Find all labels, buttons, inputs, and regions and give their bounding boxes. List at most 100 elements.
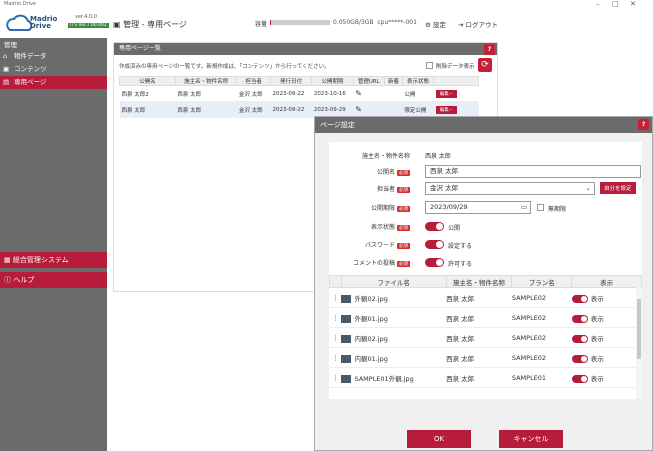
- comment-toggle[interactable]: [425, 258, 444, 267]
- close-icon[interactable]: ✕: [630, 0, 636, 9]
- page-title-text: 管理 - 専用ページ: [123, 20, 187, 29]
- password-label-text: パスワード: [364, 242, 395, 249]
- edit-button[interactable]: 編集・: [435, 105, 458, 114]
- file-plan-cell: SAMPLE02: [511, 347, 572, 368]
- logout-label: ログアウト: [465, 21, 499, 29]
- show-deleted-checkbox[interactable]: [426, 62, 433, 69]
- show-toggle[interactable]: [571, 374, 588, 383]
- file-show-cell: 表示: [571, 347, 642, 368]
- file-table-body: ⋮ 外観02.jpg 西泉 太郎 SAMPLE02 表示 ⋮ 外観01.jpg 西泉 太郎 SA…: [329, 287, 642, 388]
- drag-handle-icon[interactable]: ⋮: [329, 347, 342, 368]
- window-titlebar: Madrio Drive: [0, 0, 653, 9]
- file-row[interactable]: ⋮ 外観02.jpg 西泉 太郎 SAMPLE02 表示: [329, 287, 642, 308]
- issued-date-cell: 2023-09-22: [270, 85, 312, 102]
- settings-button[interactable]: ⚙ 設定: [425, 19, 446, 29]
- logout-button[interactable]: ⇥ ログアウト: [458, 19, 498, 29]
- sidebar-item-label: 物件データ: [14, 52, 47, 60]
- edit-button[interactable]: 編集・: [435, 89, 458, 98]
- state-label: 表示状態 必須: [371, 222, 410, 231]
- drag-handle-icon[interactable]: ⋮: [329, 367, 342, 388]
- page-title: ▣ 管理 - 専用ページ: [113, 20, 187, 29]
- sidebar-item-label: 専用ページ: [14, 78, 47, 86]
- expiry-date-input[interactable]: 2023/09/29 ▭: [425, 201, 531, 214]
- expiry-row: 公開期限 必須 2023/09/29 ▭ 無期限: [329, 199, 642, 216]
- show-toggle[interactable]: [571, 294, 588, 303]
- sidebar-item-label: コンテンツ: [14, 65, 47, 73]
- staff-value: 金沢 太郎: [430, 184, 459, 192]
- file-scrollbar[interactable]: [636, 287, 642, 399]
- scrollbar-thumb[interactable]: [637, 299, 641, 359]
- state-label-text: 表示状態: [370, 224, 395, 231]
- table-header: 公開名 施主名・物件名称 担当者 発行日付 公開期限 管理URL 新着 表示状態: [119, 76, 479, 86]
- show-label: 表示: [590, 294, 604, 303]
- manage-url-cell: ✎: [353, 85, 385, 102]
- thumbnail-icon: [341, 314, 352, 323]
- refresh-icon[interactable]: ⟳: [478, 58, 492, 72]
- help-button[interactable]: ⓘ ヘルプ: [0, 272, 107, 288]
- column-header: 公開期限: [311, 76, 354, 86]
- page-icon: ▤: [3, 78, 10, 86]
- public-name-row: 公開名 必須 西泉 太郎: [329, 163, 642, 180]
- show-label: 表示: [590, 374, 604, 383]
- column-header: 表示状態: [401, 76, 435, 86]
- file-row[interactable]: ⋮ 内観01.jpg 西泉 太郎 SAMPLE02 表示: [329, 347, 642, 368]
- state-toggle[interactable]: [425, 222, 444, 231]
- calendar-icon[interactable]: ▭: [521, 202, 527, 213]
- gear-icon: ⚙: [425, 21, 431, 29]
- file-table: ファイル名 施主名・物件名称 プラン名 表示 ⋮ 外観02.jpg 西泉 太郎 SAMPLE…: [329, 275, 642, 388]
- file-row[interactable]: ⋮ 内観02.jpg 西泉 太郎 SAMPLE02 表示: [329, 327, 642, 348]
- file-owner-cell: 西泉 太郎: [446, 327, 512, 348]
- show-toggle[interactable]: [571, 334, 588, 343]
- show-label: 表示: [590, 334, 604, 343]
- sidebar-item-property[interactable]: ⌂ 物件データ: [0, 50, 107, 63]
- new-cell: [384, 85, 403, 102]
- edit-url-icon[interactable]: ✎: [355, 105, 362, 114]
- unlimited-checkbox[interactable]: [537, 204, 544, 211]
- maximize-icon[interactable]: □: [612, 0, 619, 9]
- drag-handle-icon[interactable]: ⋮: [329, 287, 342, 308]
- expiry-value: 2023/09/29: [430, 203, 468, 211]
- file-column-header: ファイル名: [340, 275, 447, 288]
- owner-value: 西泉 太郎: [425, 153, 451, 160]
- dialog-title: ページ設定: [320, 121, 355, 129]
- required-badge: 必須: [397, 187, 410, 193]
- brand-name: Madrio Drive: [30, 15, 58, 30]
- sidebar-item-contents[interactable]: ▣ コンテンツ: [0, 63, 107, 76]
- public-name-input[interactable]: 西泉 太郎: [425, 165, 641, 178]
- system-button[interactable]: ▦ 総合管理システム: [0, 252, 107, 268]
- comment-label-text: コメントの投稿: [352, 260, 395, 267]
- file-plan-cell: SAMPLE02: [511, 327, 572, 348]
- public-name-label-text: 公開名: [376, 169, 395, 176]
- capacity-value: 0.050GB/3GB: [333, 19, 374, 26]
- table-row[interactable]: 西泉 太郎2 西泉 太郎 金沢 太郎 2023-09-22 2023-10-16 ✎ 公開編…: [119, 85, 479, 102]
- dialog-help-icon[interactable]: ?: [638, 119, 649, 130]
- file-column-header: [329, 275, 342, 288]
- drag-handle-icon[interactable]: ⋮: [329, 327, 342, 348]
- password-toggle[interactable]: [425, 240, 444, 249]
- minimize-icon[interactable]: –: [596, 0, 600, 9]
- panel-help-icon[interactable]: ?: [484, 44, 495, 55]
- file-row[interactable]: ⋮ SAMPLE01外観.jpg 西泉 太郎 SAMPLE01 表示: [329, 367, 642, 388]
- file-row[interactable]: ⋮ 外観01.jpg 西泉 太郎 SAMPLE02 表示: [329, 307, 642, 328]
- drag-handle-icon[interactable]: ⋮: [329, 307, 342, 328]
- show-toggle[interactable]: [571, 314, 588, 323]
- staff-cell: 金沢 太郎: [236, 101, 271, 118]
- column-header: 発行日付: [269, 76, 313, 86]
- show-toggle[interactable]: [571, 354, 588, 363]
- file-show-cell: 表示: [571, 287, 642, 308]
- show-deleted-label: 削除データ表示: [436, 64, 475, 70]
- thumbnail-icon: [341, 354, 352, 363]
- password-value: 設定する: [448, 243, 473, 250]
- set-self-button[interactable]: 自分を設定: [600, 182, 636, 194]
- ok-button[interactable]: OK: [407, 430, 471, 448]
- edit-url-icon[interactable]: ✎: [355, 89, 362, 98]
- cancel-button[interactable]: キャンセル: [499, 430, 563, 448]
- file-name: 外観02.jpg: [354, 294, 388, 303]
- public-name-label: 公開名 必須: [377, 167, 410, 176]
- file-name-cell: 内観01.jpg: [341, 347, 447, 368]
- sidebar-item-private-page[interactable]: ▤ 専用ページ: [0, 76, 107, 89]
- staff-select[interactable]: 金沢 太郎 ⌄: [425, 182, 595, 195]
- required-badge: 必須: [397, 243, 410, 249]
- file-show-cell: 表示: [571, 367, 642, 388]
- file-column-header: 施主名・物件名称: [445, 275, 513, 288]
